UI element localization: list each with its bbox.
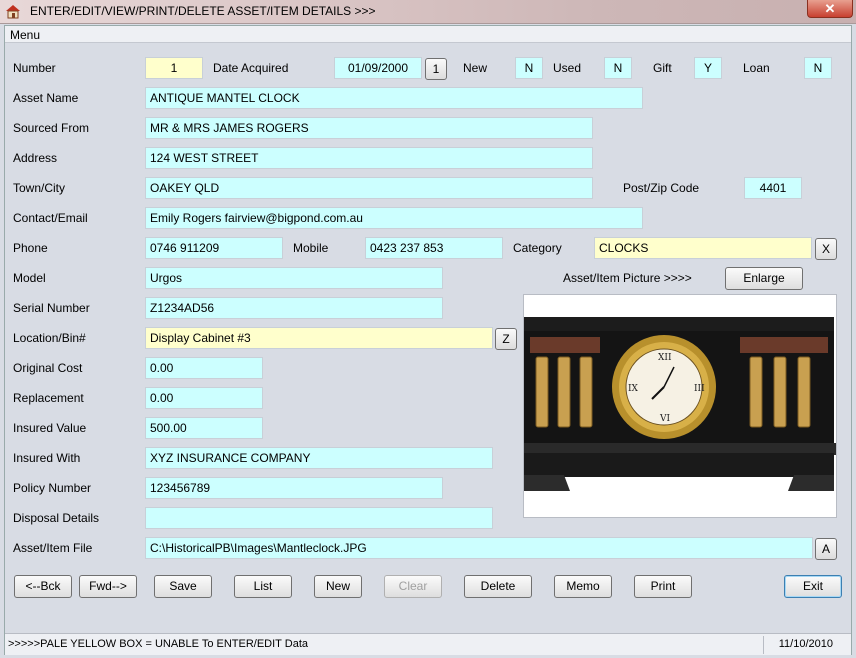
insured-with-field[interactable]: XYZ INSURANCE COMPANY xyxy=(145,447,493,469)
gift-field[interactable]: Y xyxy=(694,57,722,79)
mantel-clock-image: XII III VI IX xyxy=(524,295,836,517)
clear-button[interactable]: Clear xyxy=(384,575,442,598)
status-message: >>>>>PALE YELLOW BOX = UNABLE To ENTER/E… xyxy=(8,638,308,650)
model-field[interactable]: Urgos xyxy=(145,267,443,289)
location-bin-field: Display Cabinet #3 xyxy=(145,327,493,349)
delete-button[interactable]: Delete xyxy=(464,575,532,598)
address-label: Address xyxy=(13,151,58,165)
contact-email-label: Contact/Email xyxy=(13,211,88,225)
app-icon xyxy=(6,5,20,19)
asset-picture: XII III VI IX xyxy=(523,294,837,518)
svg-text:XII: XII xyxy=(658,353,672,363)
svg-text:VI: VI xyxy=(659,414,670,424)
menu-bar: Menu xyxy=(5,26,851,43)
window-title: ENTER/EDIT/VIEW/PRINT/DELETE ASSET/ITEM … xyxy=(30,4,376,18)
town-city-label: Town/City xyxy=(13,181,66,195)
print-button[interactable]: Print xyxy=(634,575,692,598)
sourced-from-field[interactable]: MR & MRS JAMES ROGERS xyxy=(145,117,593,139)
asset-file-label: Asset/Item File xyxy=(13,541,93,555)
date-acquired-label: Date Acquired xyxy=(213,61,289,75)
number-label: Number xyxy=(13,61,56,75)
new-button[interactable]: New xyxy=(314,575,362,598)
asset-name-field[interactable]: ANTIQUE MANTEL CLOCK xyxy=(145,87,643,109)
new-label: New xyxy=(463,61,488,75)
town-city-field[interactable]: OAKEY QLD xyxy=(145,177,593,199)
list-button[interactable]: List xyxy=(234,575,292,598)
phone-label: Phone xyxy=(13,241,48,255)
policy-number-field[interactable]: 123456789 xyxy=(145,477,443,499)
memo-button[interactable]: Memo xyxy=(554,575,612,598)
svg-text:IX: IX xyxy=(628,384,639,394)
serial-number-field[interactable]: Z1234AD56 xyxy=(145,297,443,319)
mobile-label: Mobile xyxy=(293,241,329,255)
used-field[interactable]: N xyxy=(604,57,632,79)
new-field[interactable]: N xyxy=(515,57,543,79)
address-field[interactable]: 124 WEST STREET xyxy=(145,147,593,169)
model-label: Model xyxy=(13,271,46,285)
status-divider xyxy=(763,636,764,654)
exit-button[interactable]: Exit xyxy=(784,575,842,598)
loan-field[interactable]: N xyxy=(804,57,832,79)
mobile-field[interactable]: 0423 237 853 xyxy=(365,237,503,259)
serial-number-label: Serial Number xyxy=(13,301,90,315)
sourced-from-label: Sourced From xyxy=(13,121,90,135)
date-acquired-field[interactable]: 01/09/2000 xyxy=(334,57,422,79)
original-cost-label: Original Cost xyxy=(13,361,83,375)
menu-item-menu[interactable]: Menu xyxy=(10,28,40,42)
post-zip-label: Post/Zip Code xyxy=(623,181,700,195)
title-bar: ENTER/EDIT/VIEW/PRINT/DELETE ASSET/ITEM … xyxy=(0,0,856,24)
status-date: 11/10/2010 xyxy=(778,638,833,650)
insured-with-label: Insured With xyxy=(13,451,81,465)
asset-name-label: Asset Name xyxy=(13,91,79,105)
post-zip-field[interactable]: 4401 xyxy=(744,177,802,199)
picture-caption: Asset/Item Picture >>>> xyxy=(563,271,692,285)
svg-text:III: III xyxy=(694,384,705,394)
back-button[interactable]: <--Bck xyxy=(14,575,72,598)
file-browse-button[interactable]: A xyxy=(815,538,837,560)
date-picker-button[interactable]: 1 xyxy=(425,58,447,80)
status-bar: >>>>>PALE YELLOW BOX = UNABLE To ENTER/E… xyxy=(5,633,851,655)
category-field: CLOCKS xyxy=(594,237,812,259)
forward-button[interactable]: Fwd--> xyxy=(79,575,137,598)
policy-number-label: Policy Number xyxy=(13,481,92,495)
close-button[interactable]: ✕ xyxy=(807,0,853,18)
main-window: Menu Number 1 Date Acquired 01/09/2000 1… xyxy=(4,25,852,655)
phone-field[interactable]: 0746 911209 xyxy=(145,237,283,259)
enlarge-button[interactable]: Enlarge xyxy=(725,267,803,290)
replacement-label: Replacement xyxy=(13,391,84,405)
insured-value-label: Insured Value xyxy=(13,421,87,435)
number-field: 1 xyxy=(145,57,203,79)
save-button[interactable]: Save xyxy=(154,575,212,598)
replacement-field[interactable]: 0.00 xyxy=(145,387,263,409)
location-bin-label: Location/Bin# xyxy=(13,331,86,345)
location-select-button[interactable]: Z xyxy=(495,328,517,350)
category-label: Category xyxy=(513,241,562,255)
gift-label: Gift xyxy=(653,61,672,75)
used-label: Used xyxy=(553,61,582,75)
contact-email-field[interactable]: Emily Rogers fairview@bigpond.com.au xyxy=(145,207,643,229)
category-select-button[interactable]: X xyxy=(815,238,837,260)
disposal-details-field[interactable] xyxy=(145,507,493,529)
asset-file-field[interactable]: C:\HistoricalPB\Images\Mantleclock.JPG xyxy=(145,537,813,559)
disposal-details-label: Disposal Details xyxy=(13,511,100,525)
original-cost-field[interactable]: 0.00 xyxy=(145,357,263,379)
loan-label: Loan xyxy=(743,61,770,75)
insured-value-field[interactable]: 500.00 xyxy=(145,417,263,439)
